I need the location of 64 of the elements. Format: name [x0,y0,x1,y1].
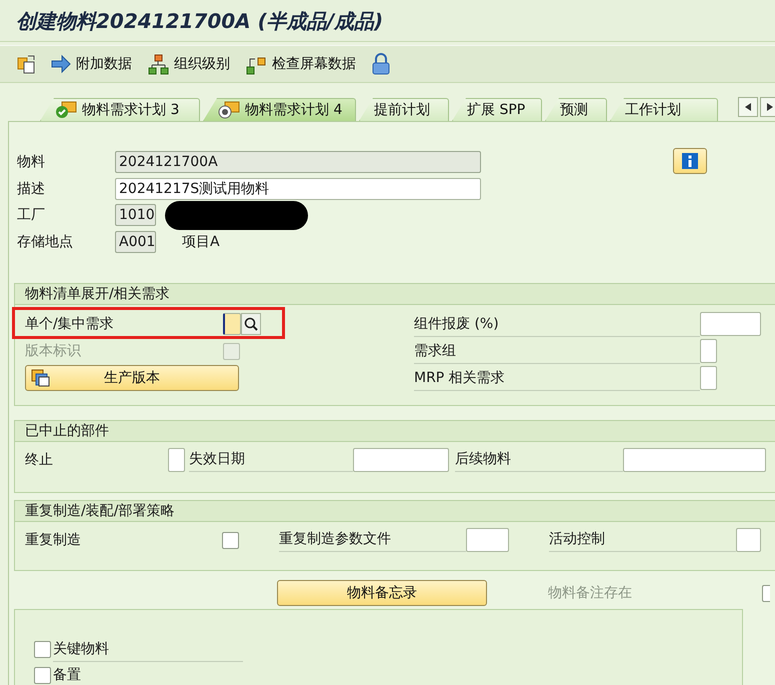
notes-status: 物料备注存在 [548,584,633,602]
field-label: 重复制造 [25,531,82,549]
radio-icon [218,101,240,119]
copy-icon [17,54,35,74]
checkbox-label: 关键物料 [53,636,243,662]
field-label: 描述 [17,180,46,198]
readonly-field: 1010 [115,204,156,226]
arrow-icon [51,54,71,74]
tab[interactable]: 物料需求计划 3 [40,98,200,121]
input-field[interactable]: 20241217S测试用物料 [115,178,481,200]
tab[interactable]: 工作计划 [610,98,718,121]
input-field[interactable] [700,366,717,390]
lock-icon [372,53,390,75]
group-title: 重复制造/装配/部署策略 [25,502,174,521]
scroll-left-button[interactable] [738,97,758,117]
readonly-field: 2024121700A [115,151,481,174]
input-field[interactable] [223,313,241,335]
field-label: 版本标识 [25,342,82,360]
tab[interactable]: 扩展 SPP [452,98,542,121]
tab[interactable]: 提前计划 [359,98,449,121]
field-label: MRP 相关需求 [414,366,700,390]
field-label: 活动控制 [549,528,736,552]
field-label: 存储地点 [17,232,74,251]
versions-icon [31,369,51,387]
search-help-button[interactable] [241,313,261,335]
material-memo-button[interactable]: 物料备忘录 [277,580,487,606]
field-label: 需求组 [414,338,700,364]
right-arrow-icon [767,103,773,111]
info-button[interactable] [673,148,707,174]
field-label: 终止 [25,451,54,469]
field-description: 项目A [182,232,221,251]
input-field[interactable] [700,339,717,363]
input-field[interactable] [700,312,761,336]
input-field[interactable] [168,448,185,472]
field-label: 组件报废 (%) [414,312,700,336]
checkbox[interactable] [762,584,770,602]
field-label: 物料 [17,153,46,172]
toolbar-button[interactable]: 组织级别 [145,52,233,76]
window-title: 创建物料2024121700A (半成品/成品) [16,8,384,35]
production-version-button[interactable]: 生产版本 [25,365,239,391]
input-field[interactable] [466,528,509,552]
input-field[interactable] [736,528,761,552]
checkmark-icon [55,101,77,119]
field-label: 单个/集中需求 [25,315,115,333]
left-arrow-icon [745,103,751,111]
info-icon [681,152,699,170]
tab[interactable]: 预测 [545,98,607,121]
search-icon [244,317,258,331]
field-label: 工厂 [17,206,46,224]
checkbox-label: 备置 [53,666,82,685]
group-title: 物料清单展开/相关需求 [25,285,170,304]
toolbar-button[interactable]: 检查屏幕数据 [243,52,359,76]
scroll-right-button[interactable] [760,97,775,117]
checkbox[interactable] [222,532,239,548]
group-title: 已中止的部件 [25,422,109,441]
tab[interactable]: 物料需求计划 4 [203,98,356,121]
input-field[interactable] [623,448,766,472]
checkbox[interactable] [34,640,51,658]
toolbar-button[interactable]: 附加数据 [48,52,135,76]
readonly-field: A001 [115,230,156,253]
input-field[interactable] [353,448,449,472]
hierarchy-icon [148,54,169,74]
checkbox[interactable] [34,666,51,684]
field-label: 重复制造参数文件 [279,528,466,552]
